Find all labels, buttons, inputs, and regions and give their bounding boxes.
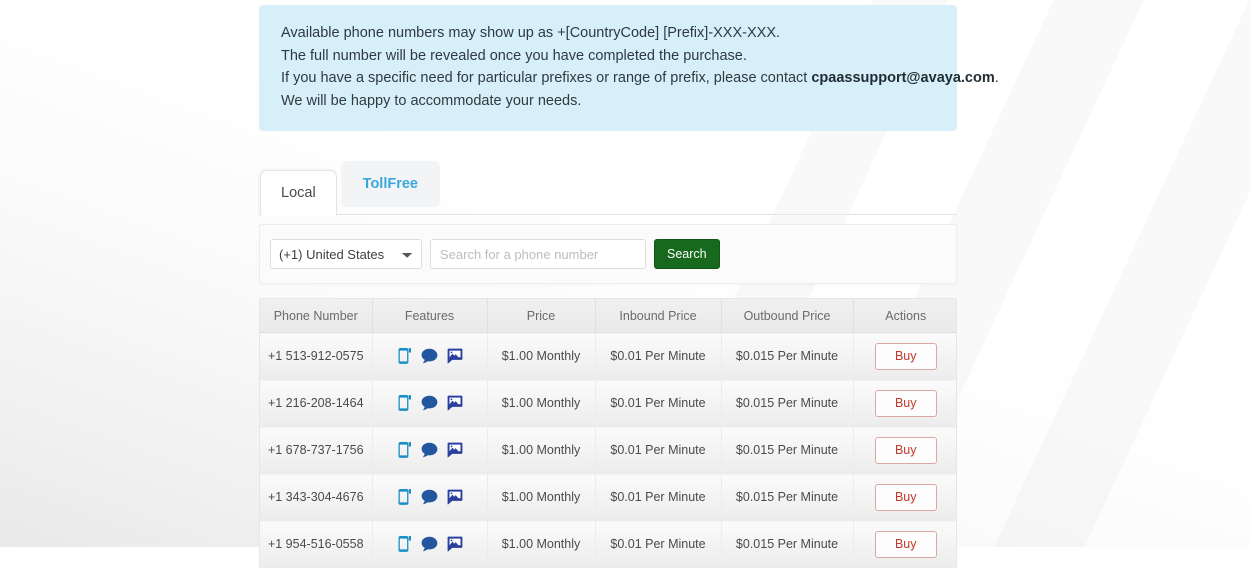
sms-chat-icon <box>421 349 438 364</box>
mms-image-icon <box>447 348 463 364</box>
buy-button[interactable]: Buy <box>874 389 937 417</box>
table-row: +1 343-304-4676 $1.00 Monthly $0.01 Per Mi… <box>260 473 956 522</box>
mms-image-icon <box>447 442 463 458</box>
cell-actions: Buy <box>853 473 956 522</box>
cell-actions: Buy <box>853 379 956 428</box>
cell-features <box>372 473 488 522</box>
table-header: Phone Number Features Price Inbound Pric… <box>260 299 956 334</box>
cell-phone-number: +1 216-208-1464 <box>260 379 373 428</box>
table-row: +1 216-208-1464 $1.00 Monthly $0.01 Per Mi… <box>260 379 956 428</box>
cell-features <box>372 426 488 475</box>
cell-outbound-price: $0.015 Per Minute <box>721 379 854 428</box>
page-content: Available phone numbers may show up as +… <box>259 0 999 568</box>
info-banner-line-4: We will be happy to accommodate your nee… <box>281 92 582 109</box>
buy-button[interactable]: Buy <box>874 530 937 558</box>
table-row: +1 954-516-0558 $1.00 Monthly $0.01 Per Mi… <box>260 520 956 568</box>
cell-outbound-price: $0.015 Per Minute <box>721 520 854 568</box>
tab-local[interactable]: Local <box>260 170 337 217</box>
mms-image-icon <box>447 489 463 505</box>
sms-chat-icon <box>421 443 438 458</box>
voice-phone-icon <box>398 347 411 364</box>
feature-icon-group <box>374 381 486 425</box>
cell-phone-number: +1 954-516-0558 <box>260 520 373 568</box>
cell-phone-number: +1 343-304-4676 <box>260 473 373 522</box>
cell-inbound-price: $0.01 Per Minute <box>595 379 722 428</box>
info-banner: Available phone numbers may show up as +… <box>259 5 999 132</box>
tab-tollfree[interactable]: TollFree <box>340 161 440 208</box>
support-email-link[interactable]: cpaassupport@avaya.com <box>811 70 994 86</box>
phone-numbers-table: Phone Number Features Price Inbound Pric… <box>260 299 956 568</box>
table-body: +1 513-912-0575 $1.00 Monthly $0.01 Per Mi… <box>260 332 956 568</box>
mms-image-icon <box>447 395 463 411</box>
voice-phone-icon <box>398 535 411 552</box>
cell-phone-number: +1 513-912-0575 <box>260 332 373 381</box>
cell-price: $1.00 Monthly <box>487 332 596 381</box>
number-type-tabs: Local TollFree <box>259 158 957 217</box>
search-button[interactable]: Search <box>654 239 720 270</box>
feature-icon-group <box>374 428 486 472</box>
cell-phone-number: +1 678-737-1756 <box>260 426 373 475</box>
voice-phone-icon <box>398 441 411 458</box>
contact-prefix-text: If you have a specific need for particul… <box>281 70 812 87</box>
cell-outbound-price: $0.015 Per Minute <box>721 332 854 381</box>
cell-inbound-price: $0.01 Per Minute <box>595 426 722 475</box>
sms-chat-icon <box>421 537 438 552</box>
tabs-underline <box>259 214 957 216</box>
info-banner-line-2: The full number will be revealed once yo… <box>281 47 747 64</box>
phone-number-search-input[interactable] <box>430 239 646 270</box>
column-header-inbound-price: Inbound Price <box>595 299 722 334</box>
cell-actions: Buy <box>853 426 956 475</box>
cell-price: $1.00 Monthly <box>487 379 596 428</box>
column-header-price: Price <box>487 299 596 334</box>
buy-button[interactable]: Buy <box>874 436 937 464</box>
feature-icon-group <box>374 522 486 566</box>
column-header-phone-number: Phone Number <box>260 299 373 334</box>
column-header-actions: Actions <box>853 299 956 334</box>
country-code-select[interactable]: (+1) United States <box>270 239 422 270</box>
sms-chat-icon <box>421 396 438 411</box>
column-header-features: Features <box>372 299 488 334</box>
mms-image-icon <box>447 536 463 552</box>
tab-tollfree-label: TollFree <box>362 176 418 193</box>
cell-actions: Buy <box>853 520 956 568</box>
cell-outbound-price: $0.015 Per Minute <box>721 426 854 475</box>
cell-features <box>372 520 488 568</box>
search-panel: (+1) United States Search <box>259 224 957 285</box>
cell-price: $1.00 Monthly <box>487 473 596 522</box>
table-row: +1 513-912-0575 $1.00 Monthly $0.01 Per Mi… <box>260 332 956 381</box>
cell-features <box>372 379 488 428</box>
cell-outbound-price: $0.015 Per Minute <box>721 473 854 522</box>
sms-chat-icon <box>421 490 438 505</box>
buy-button[interactable]: Buy <box>874 342 937 370</box>
cell-actions: Buy <box>853 332 956 381</box>
info-banner-line-1: Available phone numbers may show up as +… <box>281 25 781 41</box>
cell-inbound-price: $0.01 Per Minute <box>595 332 722 381</box>
cell-features <box>372 332 488 381</box>
contact-suffix-text: . <box>994 70 999 87</box>
voice-phone-icon <box>398 488 411 505</box>
voice-phone-icon <box>398 394 411 411</box>
cell-price: $1.00 Monthly <box>487 426 596 475</box>
column-header-outbound-price: Outbound Price <box>721 299 854 334</box>
cell-inbound-price: $0.01 Per Minute <box>595 520 722 568</box>
cell-price: $1.00 Monthly <box>487 520 596 568</box>
phone-numbers-table-container: Phone Number Features Price Inbound Pric… <box>259 298 957 568</box>
info-banner-contact-line: If you have a specific need for particul… <box>281 67 999 90</box>
feature-icon-group <box>374 475 486 519</box>
buy-button[interactable]: Buy <box>874 483 937 511</box>
table-header-row: Phone Number Features Price Inbound Pric… <box>260 299 956 334</box>
feature-icon-group <box>374 334 486 378</box>
tab-local-label: Local <box>281 185 316 202</box>
table-row: +1 678-737-1756 $1.00 Monthly $0.01 Per Mi… <box>260 426 956 475</box>
cell-inbound-price: $0.01 Per Minute <box>595 473 722 522</box>
